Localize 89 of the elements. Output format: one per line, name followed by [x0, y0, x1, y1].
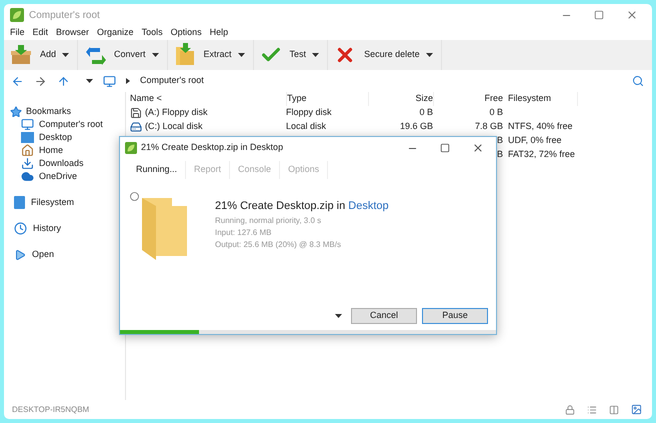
dialog-button[interactable]: Cancel — [351, 308, 417, 324]
toolbar-button[interactable]: Secure delete — [334, 44, 420, 66]
sidebar-item[interactable]: Filesystem — [31, 196, 74, 210]
close-icon[interactable] — [626, 9, 638, 21]
back-icon[interactable] — [11, 74, 24, 88]
toolbar-button[interactable]: Convert — [84, 44, 146, 66]
sidebar-item[interactable]: Home — [39, 144, 64, 158]
dialog-button[interactable]: Pause — [422, 308, 488, 324]
spinner-icon — [130, 192, 139, 201]
menu-item[interactable]: Help — [210, 26, 228, 40]
maximize-icon[interactable] — [594, 10, 604, 20]
download-icon — [21, 157, 34, 170]
menu-item[interactable]: Edit — [32, 26, 48, 40]
breadcrumb-arrow-icon — [126, 78, 130, 84]
cloud-icon — [21, 170, 34, 183]
sidebar-item[interactable]: OneDrive — [39, 170, 78, 184]
dialog-title: 21% Create Desktop.zip in Desktop — [141, 141, 284, 154]
menu-item[interactable]: Tools — [142, 26, 163, 40]
toolbar-button[interactable]: Add — [10, 44, 56, 66]
drive-type: Local disk — [286, 121, 326, 132]
drive-name[interactable]: (C:) Local disk — [145, 120, 203, 134]
search-icon[interactable] — [632, 75, 644, 87]
drive-size: 19.6 GB — [400, 120, 433, 134]
drive-size: 0 B — [419, 106, 433, 120]
sidebar-item[interactable]: Downloads — [39, 156, 84, 170]
drive-type: Floppy disk — [286, 107, 332, 118]
caret-icon[interactable] — [312, 53, 320, 57]
sidebar-item[interactable]: Desktop — [39, 130, 72, 144]
maximize-icon[interactable] — [440, 143, 450, 153]
computer-name: DESKTOP-IR5NQBM — [12, 404, 90, 416]
forward-icon[interactable] — [34, 74, 47, 88]
leaf-icon — [10, 8, 24, 22]
up-icon[interactable] — [57, 74, 70, 88]
folder-icon — [142, 198, 187, 260]
drive-filesystem: UDF, 0% free — [508, 135, 562, 146]
box-icon — [10, 44, 32, 66]
lock-icon[interactable] — [565, 404, 575, 414]
home-icon — [21, 144, 34, 157]
caret-icon[interactable] — [86, 79, 93, 83]
drive-icon — [130, 121, 142, 133]
caret-icon[interactable] — [426, 53, 433, 57]
column-header[interactable]: Filesystem — [508, 92, 552, 106]
sidebar-heading[interactable]: Bookmarks — [26, 105, 72, 119]
task-heading: 21% Create Desktop.zip in Desktop — [215, 199, 389, 214]
drive-name[interactable]: (A:) Floppy disk — [145, 106, 208, 120]
drive-free: 0 B — [489, 106, 503, 120]
menu-item[interactable]: Organize — [97, 26, 134, 40]
drive-filesystem: NTFS, 40% free — [508, 121, 573, 132]
details-view-icon[interactable] — [587, 404, 597, 414]
star-icon — [10, 106, 22, 118]
column-header[interactable]: Size — [415, 92, 433, 106]
task-detail: Output: 25.6 MB (20%) @ 8.3 MB/s — [215, 238, 342, 250]
sidebar-item[interactable]: Computer's root — [39, 118, 103, 132]
caret-icon[interactable] — [62, 53, 70, 57]
folder-icon — [174, 43, 196, 67]
play-icon — [14, 248, 26, 260]
drive-filesystem: FAT32, 72% free — [508, 149, 575, 160]
address-path[interactable]: Computer's root — [140, 74, 204, 88]
drive-free: 7.8 GB — [474, 120, 503, 134]
computer-icon — [103, 74, 116, 88]
monitor-icon — [21, 118, 34, 131]
sidebar-item[interactable]: Open — [32, 248, 54, 262]
clock-icon — [14, 222, 27, 235]
menu-item[interactable]: File — [10, 26, 25, 40]
toolbar-button[interactable]: Test — [260, 44, 306, 66]
window-title: Computer's root — [29, 8, 100, 22]
floppy-icon — [130, 107, 142, 119]
caret-icon[interactable] — [335, 314, 342, 318]
drive-free: B — [496, 134, 503, 148]
caret-icon[interactable] — [238, 53, 245, 57]
destination-link[interactable]: Desktop — [348, 200, 389, 212]
caret-icon[interactable] — [152, 53, 159, 57]
close-icon[interactable] — [472, 142, 484, 154]
menu-item[interactable]: Options — [170, 26, 202, 40]
column-header[interactable]: Name < — [130, 92, 162, 106]
toolbar-button[interactable]: Extract — [174, 43, 232, 67]
leaf-icon — [125, 142, 137, 154]
task-detail: Input: 127.6 MB — [215, 226, 272, 238]
task-detail: Running, normal priority, 3.0 s — [215, 214, 322, 226]
picture-view-icon[interactable] — [631, 404, 642, 415]
column-header[interactable]: Type — [287, 92, 307, 106]
menu-item[interactable]: Browser — [56, 26, 90, 40]
columns-view-icon[interactable] — [609, 404, 619, 414]
drive-free: B — [496, 148, 503, 162]
sidebar-item[interactable]: History — [33, 222, 62, 236]
desktop-icon — [21, 132, 34, 143]
dialog-tab[interactable]: Running... — [128, 161, 186, 179]
column-header[interactable]: Free — [484, 92, 503, 106]
filesystem-icon — [14, 196, 25, 209]
